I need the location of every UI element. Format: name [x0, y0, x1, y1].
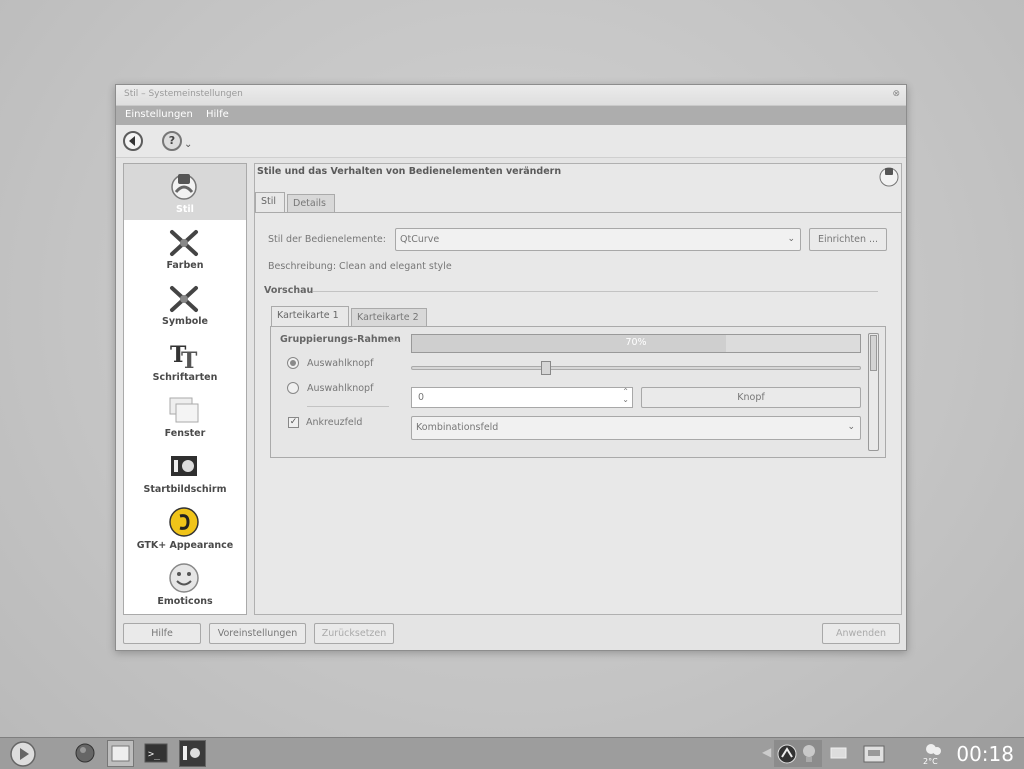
progress-bar: 70% [411, 334, 861, 353]
sidebar-item-label: Symbole [162, 316, 208, 327]
stil-tab-pane: Stil der Bedienelemente: QtCurve ⌄ Einri… [255, 212, 901, 615]
widget-style-label: Stil der Bedienelemente: [268, 234, 386, 245]
chevron-down-icon: ⌄ [847, 422, 855, 432]
sidebar-item-label: Emoticons [157, 596, 213, 607]
splash-icon [171, 456, 197, 476]
configure-button[interactable]: Einrichten ... [809, 228, 887, 251]
menu-einstellungen[interactable]: Einstellungen [125, 109, 193, 120]
globe-icon[interactable] [74, 742, 96, 764]
icons-icon [170, 286, 198, 312]
battery-icon[interactable] [830, 746, 848, 760]
settings-window-icon [111, 745, 130, 762]
preview-divider [313, 291, 878, 292]
sidebar-item-farben[interactable]: Farben [124, 220, 246, 276]
slider-handle[interactable] [541, 361, 552, 375]
help-icon[interactable]: ? [162, 131, 182, 151]
tab-stil[interactable]: Stil [255, 192, 285, 212]
system-tray [774, 740, 822, 767]
group-box-border [391, 341, 399, 342]
widget-style-combo[interactable]: QtCurve ⌄ [395, 228, 801, 251]
style-icon [171, 174, 197, 200]
category-sidebar: Stil Farben Symbole T T Schriftarten Fen… [123, 163, 247, 615]
emoticons-icon [169, 563, 199, 593]
radio-button-2[interactable] [287, 382, 299, 394]
fonts-icon: T T [170, 342, 198, 370]
spin-arrows-icon[interactable]: ⌃ ⌄ [622, 388, 629, 404]
network-icon[interactable] [776, 743, 798, 765]
menu-bar: Einstellungen Hilfe [116, 106, 906, 125]
sidebar-item-startbildschirm[interactable]: Startbildschirm [124, 444, 246, 500]
sidebar-item-fenster[interactable]: Fenster [124, 388, 246, 444]
lightbulb-icon[interactable] [800, 743, 818, 765]
tab-details[interactable]: Details [287, 194, 335, 212]
task-settings[interactable] [107, 740, 134, 767]
sidebar-item-symbole[interactable]: Symbole [124, 276, 246, 332]
defaults-button[interactable]: Voreinstellungen [209, 623, 306, 644]
device-notifier-icon[interactable] [860, 740, 888, 768]
main-panel: Stile und das Verhalten von Bedienelemen… [254, 163, 902, 615]
spin-box[interactable]: 0 ⌃ ⌄ [411, 387, 633, 408]
style-module-icon [879, 167, 899, 187]
close-icon[interactable]: ⊗ [892, 89, 900, 99]
back-arrow-icon[interactable] [123, 131, 143, 151]
group-box-label: Gruppierungs-Rahmen [280, 334, 401, 345]
preview-tab-2[interactable]: Karteikarte 2 [351, 308, 427, 326]
slider[interactable] [411, 361, 861, 375]
spin-value: 0 [418, 392, 425, 403]
tray-expand-icon[interactable]: ◀ [762, 745, 771, 759]
menu-hilfe[interactable]: Hilfe [206, 109, 229, 120]
sidebar-item-label: GTK+ Appearance [136, 540, 234, 551]
colors-icon [170, 230, 198, 256]
title-bar[interactable]: Stil – Systemeinstellungen ⊗ [116, 85, 906, 106]
apply-button[interactable]: Anwenden [822, 623, 900, 644]
reset-button[interactable]: Zurücksetzen [314, 623, 394, 644]
terminal-icon[interactable]: >_ [144, 742, 168, 764]
preview-scrollbar[interactable] [868, 333, 879, 451]
knopf-button[interactable]: Knopf [641, 387, 861, 408]
sidebar-item-gtk[interactable]: GTK+ Appearance [124, 500, 246, 556]
sidebar-item-label: Fenster [164, 428, 206, 439]
svg-text:>_: >_ [148, 749, 161, 760]
radio-label-1: Auswahlknopf [307, 358, 374, 369]
checkbox-label: Ankreuzfeld [306, 417, 363, 428]
preview-tab-1[interactable]: Karteikarte 1 [271, 306, 349, 326]
settings-window: Stil – Systemeinstellungen ⊗ Einstellung… [115, 84, 907, 651]
sidebar-item-label: Startbildschirm [143, 484, 227, 495]
widget-style-value: QtCurve [400, 234, 440, 245]
checkbox[interactable]: ✓ [288, 417, 299, 428]
taskbar: >_ ◀ 2°C 00:18 [0, 737, 1024, 769]
sidebar-item-label: Schriftarten [152, 372, 218, 383]
sidebar-item-label: Farben [166, 260, 204, 271]
progress-text: 70% [625, 337, 647, 348]
preview-combo-value: Kombinationsfeld [416, 422, 499, 433]
sidebar-item-stil[interactable]: Stil [124, 164, 246, 220]
preview-label: Vorschau [264, 285, 314, 296]
radio-label-2: Auswahlknopf [307, 383, 374, 394]
scrollbar-thumb[interactable] [870, 335, 877, 371]
help-button[interactable]: Hilfe [123, 623, 201, 644]
sidebar-item-label: Stil [176, 204, 194, 215]
page-title: Stile und das Verhalten von Bedienelemen… [257, 166, 562, 177]
chevron-down-icon: ⌄ [787, 234, 795, 244]
task-splash[interactable] [179, 740, 206, 767]
radio-button-1[interactable] [287, 357, 299, 369]
clock[interactable]: 00:18 [956, 742, 1014, 766]
chevron-down-icon[interactable]: ⌄ [184, 139, 192, 150]
gtk-icon [169, 507, 199, 537]
splash-window-icon [183, 746, 200, 760]
toolbar: ? ⌄ [116, 125, 906, 158]
kickoff-launcher-icon[interactable] [9, 740, 37, 768]
preview-pane: Gruppierungs-Rahmen Auswahlknopf Auswahl… [270, 326, 886, 458]
windows-icon [169, 397, 199, 423]
weather-temperature: 2°C [923, 757, 938, 766]
dialog-button-bar: Hilfe Voreinstellungen Zurücksetzen Anwe… [116, 619, 906, 647]
group-separator [307, 406, 389, 407]
preview-combo[interactable]: Kombinationsfeld ⌄ [411, 416, 861, 440]
sidebar-item-emoticons[interactable]: Emoticons [124, 556, 246, 612]
sidebar-item-schriftarten[interactable]: T T Schriftarten [124, 332, 246, 388]
svg-text:T: T [181, 348, 198, 370]
style-description: Beschreibung: Clean and elegant style [268, 261, 452, 272]
window-title: Stil – Systemeinstellungen [124, 89, 243, 99]
